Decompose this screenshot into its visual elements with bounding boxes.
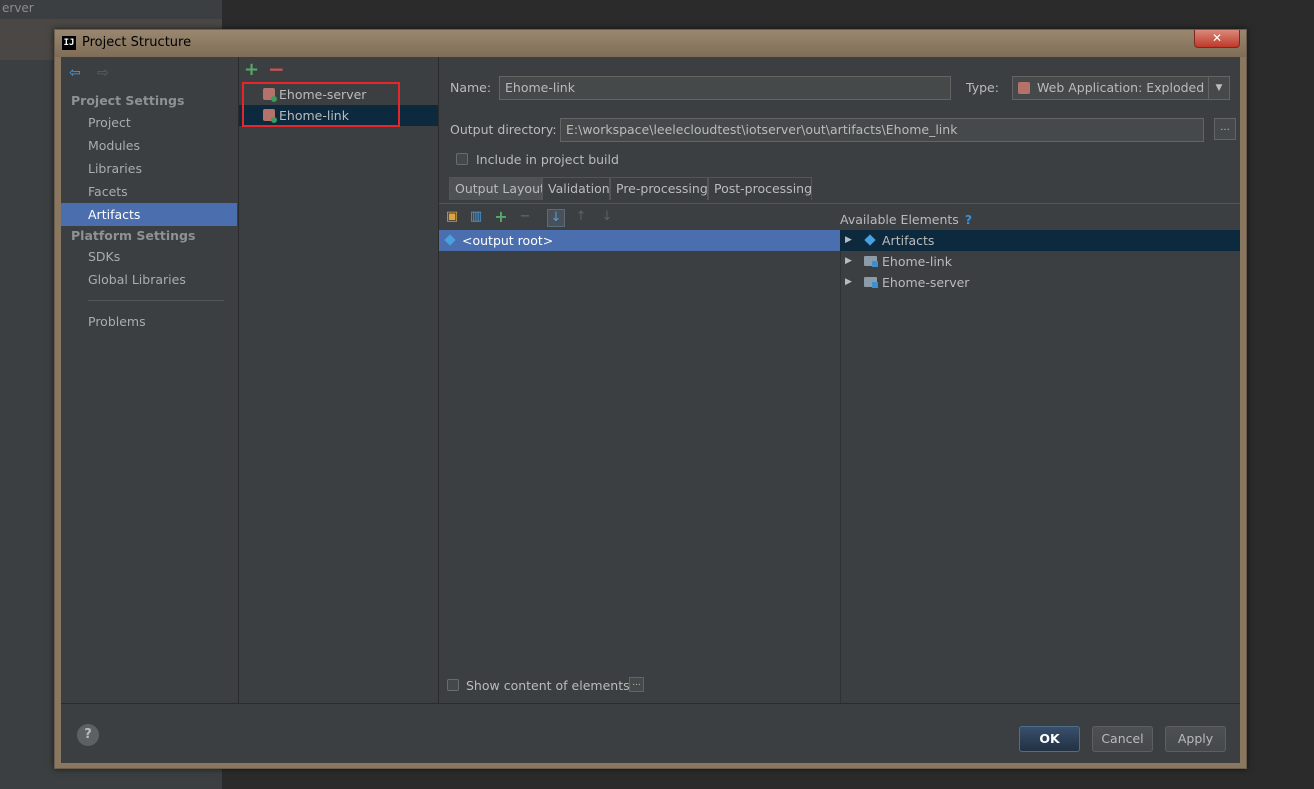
cancel-button[interactable]: Cancel <box>1092 726 1153 752</box>
include-in-build-checkbox[interactable] <box>456 153 468 165</box>
sort-icon[interactable]: ↓ <box>547 209 565 227</box>
archive-icon[interactable]: ▥ <box>468 209 484 225</box>
back-arrow-icon[interactable]: ⇦ <box>69 65 85 81</box>
available-item-ehome-link[interactable]: ▶ Ehome-link <box>840 251 1240 272</box>
tab-post-processing[interactable]: Post-processing <box>708 177 812 200</box>
settings-sidebar: ⇦ ⇨ Project Settings Project Modules Lib… <box>61 57 239 703</box>
move-down-icon[interactable]: ↓ <box>599 209 615 225</box>
sidebar-item-sdks[interactable]: SDKs <box>61 245 237 268</box>
sidebar-item-global-libraries[interactable]: Global Libraries <box>61 268 237 291</box>
apply-button[interactable]: Apply <box>1165 726 1226 752</box>
ok-button[interactable]: OK <box>1019 726 1080 752</box>
expand-arrow-icon[interactable]: ▶ <box>845 230 852 251</box>
expand-arrow-icon[interactable]: ▶ <box>845 272 852 293</box>
sidebar-item-facets[interactable]: Facets <box>61 180 237 203</box>
sidebar-item-libraries[interactable]: Libraries <box>61 157 237 180</box>
help-button[interactable]: ? <box>77 724 99 746</box>
show-content-checkbox[interactable] <box>447 679 459 691</box>
help-icon[interactable]: ? <box>965 212 972 227</box>
sidebar-item-modules[interactable]: Modules <box>61 134 237 157</box>
module-folder-icon <box>864 256 878 267</box>
name-field[interactable]: Ehome-link <box>499 76 951 100</box>
name-label: Name: <box>450 80 492 95</box>
artifact-list-panel: + − Ehome-server Ehome-link <box>239 57 439 703</box>
available-item-artifacts[interactable]: ▶ Artifacts <box>840 230 1240 251</box>
forward-arrow-icon[interactable]: ⇨ <box>97 65 113 81</box>
output-directory-label: Output directory: <box>450 122 557 137</box>
dialog-content: ⇦ ⇨ Project Settings Project Modules Lib… <box>61 57 1240 763</box>
available-elements-title: Available Elements? <box>840 212 972 227</box>
include-in-build-label: Include in project build <box>476 152 619 167</box>
output-root-icon <box>444 234 456 246</box>
browse-button[interactable]: ... <box>1214 118 1236 140</box>
module-folder-icon <box>864 277 878 288</box>
sidebar-item-artifacts[interactable]: Artifacts <box>61 203 237 226</box>
output-layout-tree: <output root> <box>439 230 841 704</box>
type-select[interactable]: Web Application: Exploded ▼ <box>1012 76 1230 100</box>
add-element-icon[interactable]: + <box>493 209 509 225</box>
available-item-label: Ehome-server <box>882 275 970 290</box>
output-root-label: <output root> <box>462 233 554 248</box>
chevron-down-icon[interactable]: ▼ <box>1208 77 1229 99</box>
project-settings-header: Project Settings <box>71 93 185 108</box>
intellij-logo-icon: IJ <box>62 36 76 50</box>
tab-pre-processing[interactable]: Pre-processing <box>610 177 708 200</box>
remove-artifact-icon[interactable]: − <box>268 57 285 81</box>
expand-arrow-icon[interactable]: ▶ <box>845 251 852 272</box>
remove-element-icon[interactable]: − <box>517 209 533 225</box>
project-structure-dialog: IJ Project Structure ✕ ⇦ ⇨ Project Setti… <box>54 29 1247 769</box>
type-value: Web Application: Exploded <box>1037 80 1205 95</box>
show-content-label: Show content of elements <box>466 678 630 693</box>
tab-validation[interactable]: Validation <box>542 177 610 200</box>
available-elements-label: Available Elements <box>840 212 959 227</box>
dialog-footer: ? OK Cancel Apply <box>61 704 1240 763</box>
output-layout-panel: ▣ ▥ + − ↓ ↑ ↓ <output root> Available El… <box>439 203 1240 704</box>
tab-output-layout[interactable]: Output Layout <box>449 177 545 200</box>
sidebar-item-problems[interactable]: Problems <box>61 310 237 333</box>
web-app-icon <box>1018 82 1030 94</box>
available-item-label: Ehome-link <box>882 254 952 269</box>
show-content-options-button[interactable]: ... <box>629 677 644 692</box>
dialog-title: Project Structure <box>82 35 192 50</box>
sidebar-item-project[interactable]: Project <box>61 111 237 134</box>
artifact-detail-panel: Name: Ehome-link Type: Web Application: … <box>439 57 1240 704</box>
close-button[interactable]: ✕ <box>1194 30 1240 48</box>
available-item-label: Artifacts <box>882 233 935 248</box>
add-artifact-icon[interactable]: + <box>244 59 259 80</box>
dialog-titlebar[interactable]: IJ Project Structure ✕ <box>55 30 1246 57</box>
platform-settings-header: Platform Settings <box>71 228 196 243</box>
type-label: Type: <box>966 80 999 95</box>
nav-arrows: ⇦ ⇨ <box>69 65 113 81</box>
new-folder-icon[interactable]: ▣ <box>444 209 460 225</box>
output-root-node[interactable]: <output root> <box>439 230 840 251</box>
sidebar-divider <box>88 300 224 301</box>
move-up-icon[interactable]: ↑ <box>573 209 589 225</box>
highlight-annotation-box <box>242 82 400 127</box>
available-item-ehome-server[interactable]: ▶ Ehome-server <box>840 272 1240 293</box>
background-sidebar-text: erver <box>0 0 222 18</box>
artifacts-icon <box>864 234 876 246</box>
output-directory-field[interactable]: E:\workspace\leelecloudtest\iotserver\ou… <box>560 118 1204 142</box>
